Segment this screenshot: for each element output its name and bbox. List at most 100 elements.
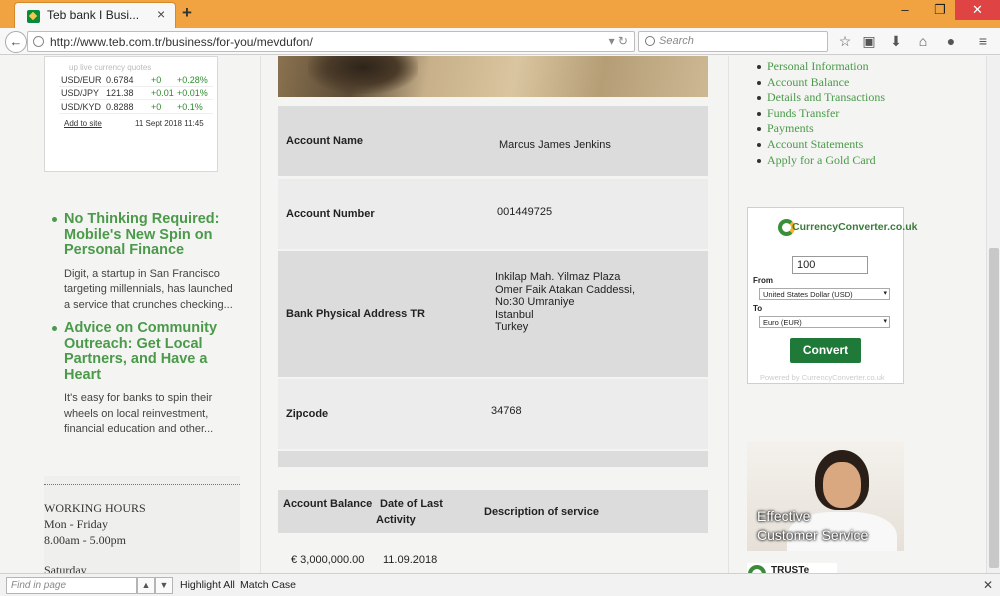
hours-weekday-time: 8.00am - 5.00pm: [44, 533, 126, 547]
zipcode-row: Zipcode 34768: [278, 379, 708, 449]
bullet-icon: [52, 217, 57, 222]
account-number-value: 001449725: [497, 206, 553, 218]
date-col-header-line1: Date of Last: [380, 498, 443, 510]
agent-face: [823, 462, 861, 508]
last-activity-date: 11.09.2018: [383, 554, 438, 566]
minimize-button[interactable]: –: [890, 0, 920, 20]
find-input[interactable]: Find in page: [6, 577, 137, 594]
to-label: To: [753, 304, 763, 313]
link-funds-transfer[interactable]: Funds Transfer: [757, 106, 885, 122]
find-next-button[interactable]: ▼: [155, 577, 173, 594]
tab-title: Teb bank I Busi...: [47, 8, 140, 22]
fx-row: USD/JPY 121.38 +0.01 +0.01%: [59, 87, 213, 100]
fx-row: USD/KYD 0.8288 +0 +0.1%: [59, 101, 213, 114]
web-page: up live currency quotes USD/EUR 0.6784 +…: [0, 56, 986, 573]
fx-row: USD/EUR 0.6784 +0 +0.28%: [59, 74, 213, 87]
hours-title: WORKING HOURS: [44, 501, 146, 515]
vertical-scrollbar[interactable]: [986, 56, 1000, 573]
match-case-toggle[interactable]: Match Case: [240, 579, 296, 591]
fx-rate: 121.38: [106, 88, 134, 98]
customer-service-banner[interactable]: Effective Customer Service: [747, 442, 904, 551]
chevron-down-icon: ▾: [883, 290, 887, 297]
balance-header-row: Account Balance Date of Last Activity De…: [278, 490, 708, 533]
star-icon[interactable]: ☆: [836, 33, 854, 50]
hours-weekdays: Mon - Friday: [44, 517, 108, 531]
link-apply-gold-card[interactable]: Apply for a Gold Card: [757, 153, 885, 169]
truste-logo-icon: [748, 565, 766, 573]
fx-rate: 0.6784: [106, 75, 134, 85]
teb-favicon-icon: [27, 10, 40, 23]
hours-saturday: Saturday: [44, 563, 87, 573]
home-icon[interactable]: ⌂: [914, 33, 932, 49]
column-divider: [728, 56, 729, 573]
link-payments[interactable]: Payments: [757, 121, 885, 137]
address-row: Bank Physical Address TR Inkilap Mah. Yi…: [278, 251, 708, 377]
news-excerpt: Digit, a startup in San Francisco target…: [64, 267, 233, 311]
convert-button[interactable]: Convert: [790, 338, 861, 363]
converter-logo-text: CurrencyConverter.co.uk: [792, 221, 918, 233]
news-title-link[interactable]: No Thinking Required: Mobile's New Spin …: [64, 211, 234, 259]
address-line: Omer Faik Atakan Caddessi,: [495, 283, 636, 296]
close-window-button[interactable]: ✕: [955, 0, 1000, 20]
scrollbar-thumb[interactable]: [989, 248, 999, 568]
link-details-transactions[interactable]: Details and Transactions: [757, 90, 885, 106]
news-excerpt: It's easy for banks to spin their wheels…: [64, 392, 214, 435]
browser-tab[interactable]: Teb bank I Busi... ×: [14, 2, 176, 28]
link-personal-information[interactable]: Personal Information: [757, 59, 885, 75]
banner-image: [278, 56, 708, 97]
url-text: http://www.teb.com.tr/business/for-you/m…: [50, 35, 313, 49]
promo-text: Effective Customer Service: [757, 507, 868, 545]
find-previous-button[interactable]: ▲: [137, 577, 155, 594]
amount-input[interactable]: 100: [792, 256, 868, 274]
balance-data-row: € 3,000,000.00 11.09.2018: [278, 534, 708, 573]
address-line: No:30 Umraniye: [495, 296, 575, 308]
fx-change: +0: [151, 102, 162, 112]
address-label: Bank Physical Address TR: [286, 308, 425, 320]
close-find-bar-icon[interactable]: ✕: [983, 578, 993, 592]
fx-percent: +0.1%: [177, 102, 203, 112]
maximize-button[interactable]: ❐: [925, 0, 955, 20]
navigation-bar: ← http://www.teb.com.tr/business/for-you…: [0, 28, 1000, 55]
back-button[interactable]: ←: [5, 31, 27, 53]
tab-close-icon[interactable]: ×: [157, 6, 165, 22]
news-title-link[interactable]: Advice on Community Outreach: Get Local …: [64, 320, 234, 383]
description-col-header: Description of service: [484, 506, 599, 518]
chat-icon[interactable]: ●: [942, 33, 960, 49]
balance-value: € 3,000,000.00: [291, 554, 365, 566]
link-account-balance[interactable]: Account Balance: [757, 75, 885, 91]
from-label: From: [753, 276, 773, 285]
address-line: Inkilap Mah. Yilmaz Plaza: [495, 271, 621, 283]
promo-line1: Effective: [757, 508, 811, 524]
spacer-row: [278, 451, 708, 467]
currency-converter-widget: CurrencyConverter.co.uk 100 From United …: [747, 207, 917, 384]
fx-header: up live currency quotes: [69, 63, 152, 72]
search-box[interactable]: Search: [638, 31, 828, 52]
search-placeholder: Search: [659, 35, 694, 47]
find-bar: Find in page ▲ ▼ Highlight All Match Cas…: [0, 573, 1000, 596]
to-currency-select[interactable]: Euro (EUR) ▾: [759, 316, 890, 328]
account-name-value: Marcus James Jenkins: [499, 139, 611, 151]
link-account-statements[interactable]: Account Statements: [757, 137, 885, 153]
add-to-site-link[interactable]: Add to site: [64, 119, 102, 128]
fx-pair: USD/KYD: [61, 102, 102, 112]
column-divider: [260, 56, 261, 573]
fx-percent: +0.28%: [177, 75, 208, 85]
balance-col-header: Account Balance: [283, 498, 373, 510]
from-currency-value: United States Dollar (USD): [763, 290, 853, 299]
account-menu: Personal Information Account Balance Det…: [757, 59, 885, 169]
news-item: Advice on Community Outreach: Get Local …: [52, 320, 234, 438]
to-currency-value: Euro (EUR): [763, 318, 802, 327]
reload-icon[interactable]: ▾ ↻: [609, 34, 628, 48]
highlight-all-toggle[interactable]: Highlight All: [180, 579, 235, 591]
globe-icon: [33, 36, 44, 47]
address-bar[interactable]: http://www.teb.com.tr/business/for-you/m…: [27, 31, 635, 52]
from-currency-select[interactable]: United States Dollar (USD) ▾: [759, 288, 890, 300]
currency-converter-logo: CurrencyConverter.co.uk: [778, 217, 917, 239]
download-icon[interactable]: ⬇: [887, 33, 905, 50]
truste-badge[interactable]: TRUSTe: [747, 563, 837, 573]
new-tab-button[interactable]: +: [182, 3, 192, 23]
fx-quote-widget: up live currency quotes USD/EUR 0.6784 +…: [44, 56, 218, 172]
menu-icon[interactable]: ≡: [974, 33, 992, 49]
bullet-icon: [52, 326, 57, 331]
reading-list-icon[interactable]: ▣: [860, 33, 878, 50]
